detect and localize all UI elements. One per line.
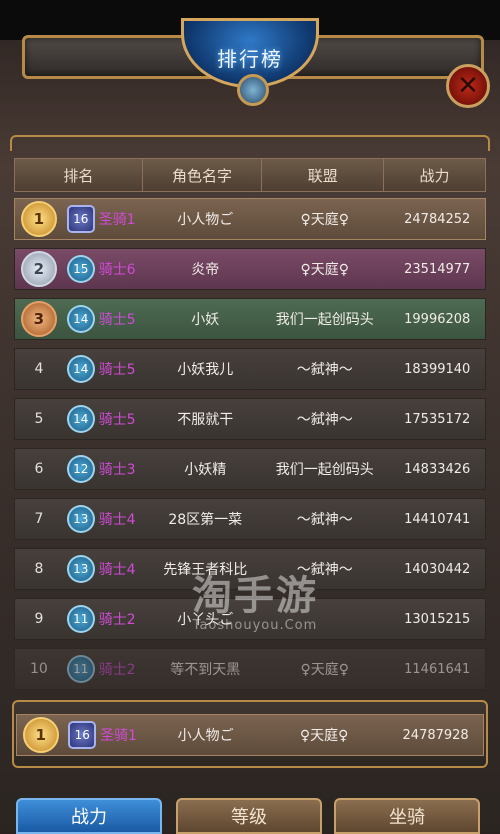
guild-name: ♀天庭♀ [300,212,349,228]
rank-title: 骑士5 [98,362,136,378]
rank-cell: 1 [17,717,64,753]
table-row[interactable]: 5 14 骑士5 不服就干 ～弑神～ 17535172 [14,398,486,440]
tab-mount[interactable]: 坐骑 [334,798,480,834]
level-badge-icon: 11 [66,605,95,633]
power-value: 13015215 [404,611,471,627]
table-row[interactable]: 1 16 圣骑1 小人物ご ♀天庭♀ 24784252 [14,198,486,240]
power-value: 14030442 [404,561,471,577]
guild-name: ～弑神～ [296,412,353,428]
guild-name: ♀天庭♀ [300,262,349,278]
guild-name: ～弑神～ [296,562,353,578]
rank-title: 骑士2 [98,662,136,678]
rank-number: 4 [34,361,44,377]
page-title: 排行榜 [217,47,283,71]
table-row[interactable]: 7 13 骑士4 28区第一菜 ～弑神～ 14410741 [14,498,486,540]
my-ranking-row[interactable]: 1 16 圣骑1 小人物ご ♀天庭♀ 24787928 [16,714,484,756]
bronze-medal-icon: 3 [20,301,57,337]
tab-level[interactable]: 等级 [176,798,322,834]
rank-title: 骑士2 [98,612,136,628]
col-name: 角色名字 [143,159,263,191]
panel-frame [10,135,490,151]
level-badge-icon: 13 [66,505,95,533]
gold-medal-icon: 1 [20,201,57,237]
level-badge-icon: 14 [66,355,95,383]
guild-name: 我们一起创码头 [275,462,374,478]
level-badge-icon: 16 [68,721,97,749]
rank-number: 5 [34,411,44,427]
level-badge-icon: 14 [66,405,95,433]
rank-number: 7 [34,511,44,527]
power-value: 19996208 [404,311,471,327]
rank-number: 8 [34,561,44,577]
level-badge-icon: 15 [66,255,95,283]
guild-name: ♀天庭♀ [299,728,349,744]
power-value: 17535172 [404,411,471,427]
power-value: 24787928 [402,727,469,743]
rank-title: 骑士4 [98,512,136,528]
level-badge-icon: 16 [66,205,95,233]
level-badge-icon: 11 [66,655,95,683]
table-row[interactable]: 3 14 骑士5 小妖 我们一起创码头 19996208 [14,298,486,340]
guild-name: 我们一起创码头 [275,312,374,328]
rank-cell: 3 [15,301,63,337]
player-name: 小人物ご [177,728,234,744]
rank-number: 9 [34,611,44,627]
col-power: 战力 [419,166,450,185]
player-name: 小妖精 [184,462,227,478]
rank-title: 圣骑1 [100,728,137,744]
rank-title: 骑士5 [98,412,136,428]
power-value: 14833426 [404,461,471,477]
level-badge-icon: 13 [66,555,95,583]
table-header: 排名 角色名字 联盟 战力 [14,158,486,192]
rank-title: 骑士4 [98,562,136,578]
guild-name: ～弑神～ [296,512,353,528]
level-badge-icon: 14 [66,305,95,333]
player-name: 小妖我儿 [177,362,234,378]
col-rank: 排名 [15,159,143,191]
table-row[interactable]: 2 15 骑士6 炎帝 ♀天庭♀ 23514977 [14,248,486,290]
player-name: 小妖 [191,312,220,328]
table-row[interactable]: 6 12 骑士3 小妖精 我们一起创码头 14833426 [14,448,486,490]
guild-name: ～弑神～ [296,362,353,378]
silver-medal-icon: 2 [20,251,57,287]
player-name: 小人物ご [177,212,234,228]
tab-power[interactable]: 战力 [16,798,162,834]
player-name: 28区第一菜 [168,512,243,528]
rank-title: 圣骑1 [98,212,136,228]
rank-title: 骑士3 [98,462,136,478]
rank-number: 6 [34,461,44,477]
rank-cell: 1 [15,201,63,237]
power-value: 18399140 [404,361,471,377]
player-name: 不服就干 [177,412,234,428]
rank-title: 骑士6 [98,262,136,278]
power-value: 23514977 [404,261,471,277]
player-name: 等不到天黑 [170,662,241,678]
rank-number: 10 [29,661,48,677]
ranking-tabs: 战力 等级 坐骑 [0,795,500,834]
level-badge-icon: 12 [66,455,95,483]
player-name: 小丫头ご [177,612,234,628]
title-gem-icon [237,74,269,106]
power-value: 14410741 [404,511,471,527]
close-button[interactable]: ✕ [446,64,490,108]
table-row[interactable]: 8 13 骑士4 先锋王者科比 ～弑神～ 14030442 [14,548,486,590]
close-icon: ✕ [457,71,479,101]
power-value: 11461641 [404,661,471,677]
table-row[interactable]: 9 11 骑士2 小丫头ご 13015215 [14,598,486,640]
player-name: 炎帝 [191,262,220,278]
table-row[interactable]: 10 11 骑士2 等不到天黑 ♀天庭♀ 11461641 [14,648,486,690]
rank-cell: 2 [15,251,63,287]
rank-title: 骑士5 [98,312,136,328]
col-guild: 联盟 [262,159,385,191]
gold-medal-icon: 1 [22,717,59,753]
guild-name: ♀天庭♀ [300,662,349,678]
player-name: 先锋王者科比 [163,562,248,578]
power-value: 24784252 [404,211,471,227]
my-ranking-panel: 1 16 圣骑1 小人物ご ♀天庭♀ 24787928 [12,700,488,768]
table-row[interactable]: 4 14 骑士5 小妖我儿 ～弑神～ 18399140 [14,348,486,390]
